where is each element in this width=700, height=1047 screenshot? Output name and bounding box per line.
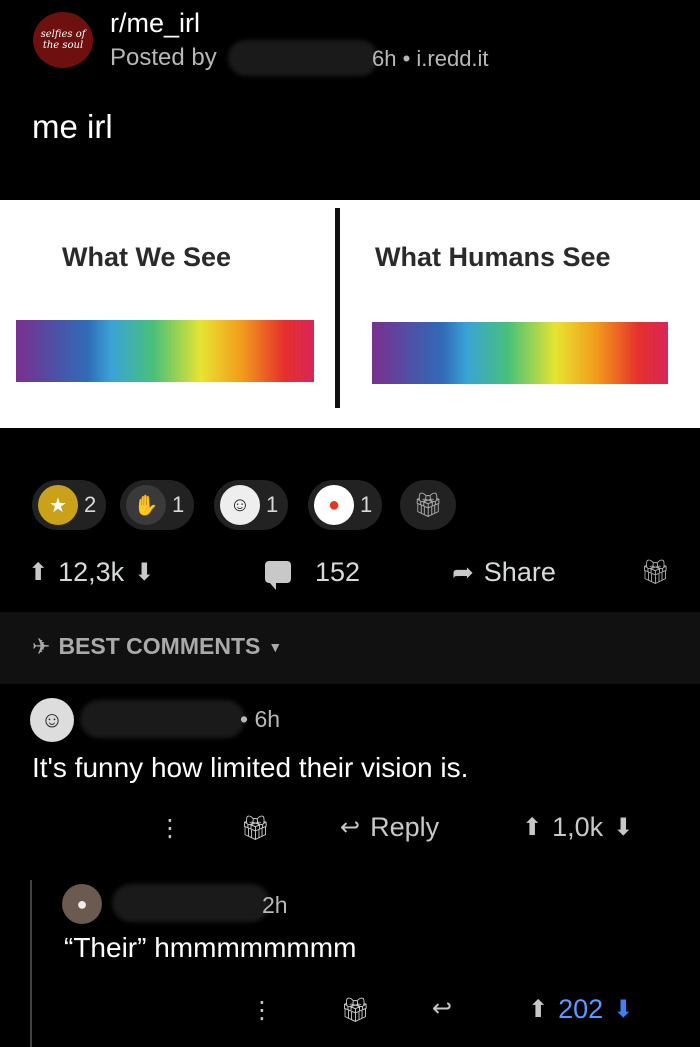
post-image[interactable]: What We See What Humans See — [0, 200, 700, 428]
gift-icon: 🎁︎ — [412, 491, 444, 519]
reply-icon: ↩ — [432, 995, 453, 1022]
downvote-icon[interactable]: ⬇ — [613, 813, 633, 842]
meme-left-label: What We See — [62, 242, 232, 272]
user-avatar-icon: ● — [76, 893, 88, 914]
award-snoo[interactable]: ● 1 — [308, 480, 383, 530]
upvote-icon[interactable]: ⬆ — [528, 995, 548, 1024]
share-icon: ➦ — [452, 556, 474, 587]
comment-body: “Their” hmmmmmmmm — [64, 932, 357, 963]
give-award-button[interactable]: 🎁︎ — [400, 480, 456, 530]
clap-award-icon: ✋ — [126, 485, 166, 525]
avatar[interactable]: ☺ — [30, 698, 74, 742]
award-count: 1 — [172, 492, 185, 517]
reply-label: Reply — [370, 812, 440, 842]
comment-vote-bar: ⬆ 1,0k ⬇ — [522, 812, 633, 843]
share-label: Share — [483, 556, 556, 587]
subreddit-name[interactable]: r/me_irl — [110, 8, 200, 39]
post-vote-bar: ⬆ 12,3k ⬇ — [28, 552, 154, 592]
redacted-username — [80, 700, 245, 738]
share-button[interactable]: ➦ Share — [452, 552, 556, 592]
award-gold[interactable]: ★ 2 — [32, 480, 107, 530]
award-button[interactable]: 🎁︎ — [340, 996, 370, 1025]
gift-icon: 🎁︎ — [640, 558, 671, 586]
post-vote-count: 12,3k — [58, 556, 125, 587]
more-vertical-icon: ⋮ — [250, 997, 274, 1024]
subreddit-avatar-text: selfies of the soul — [40, 29, 86, 51]
face-award-icon: ☺ — [220, 485, 260, 525]
upvote-icon[interactable]: ⬆ — [28, 558, 48, 587]
gold-award-icon: ★ — [38, 485, 78, 525]
post-meta: 6h • i.redd.it — [372, 46, 489, 71]
downvote-icon[interactable]: ⬇ — [134, 558, 154, 587]
award-face[interactable]: ☺ 1 — [214, 480, 289, 530]
comment-vote-bar: ⬆ 202 ⬇ — [528, 994, 633, 1025]
sort-dropdown[interactable]: ✈ BEST COMMENTS ▼ — [32, 633, 282, 660]
reply-icon: ↩ — [340, 814, 361, 841]
comment-icon — [265, 561, 291, 590]
gift-icon: 🎁︎ — [240, 815, 271, 842]
chevron-down-icon: ▼ — [268, 638, 283, 655]
posted-by-label: Posted by — [110, 44, 217, 71]
more-vertical-icon: ⋮ — [158, 815, 182, 842]
spectrum-right — [372, 322, 668, 384]
reply-button[interactable]: ↩ Reply — [340, 812, 439, 843]
spectrum-left — [16, 320, 314, 382]
more-options-button[interactable]: ⋮ — [158, 814, 182, 843]
comment-time: • 6h — [240, 706, 281, 732]
meme-right-label: What Humans See — [375, 242, 611, 272]
snoo-avatar-icon: ☺ — [40, 707, 64, 732]
rocket-icon: ✈ — [32, 633, 51, 659]
award-count: 1 — [266, 492, 279, 517]
sort-label: BEST COMMENTS — [58, 633, 261, 659]
thread-line[interactable] — [30, 880, 32, 1047]
downvote-icon[interactable]: ⬇ — [613, 995, 633, 1024]
award-clap[interactable]: ✋ 1 — [120, 480, 195, 530]
redacted-username — [228, 40, 378, 76]
award-button[interactable]: 🎁︎ — [640, 552, 670, 592]
comment-vote-count: 202 — [558, 994, 604, 1024]
comment-vote-count: 1,0k — [552, 812, 604, 842]
gift-icon: 🎁︎ — [340, 997, 371, 1024]
comment-count: 152 — [315, 556, 361, 587]
comments-button[interactable]: 152 — [265, 552, 360, 592]
comment-body: It's funny how limited their vision is. — [32, 752, 469, 783]
upvote-icon[interactable]: ⬆ — [522, 813, 542, 842]
post-title[interactable]: me irl — [32, 108, 113, 146]
reply-button[interactable]: ↩ — [432, 994, 452, 1023]
avatar[interactable]: ● — [62, 884, 102, 924]
snoo-award-icon: ● — [314, 485, 354, 525]
meme-divider — [335, 208, 340, 408]
redacted-username — [112, 884, 270, 922]
subreddit-avatar[interactable]: selfies of the soul — [33, 12, 93, 68]
award-count: 2 — [84, 492, 97, 517]
more-options-button[interactable]: ⋮ — [250, 996, 274, 1025]
award-count: 1 — [360, 492, 373, 517]
comment-time: 2h — [262, 892, 288, 918]
award-button[interactable]: 🎁︎ — [240, 814, 270, 843]
